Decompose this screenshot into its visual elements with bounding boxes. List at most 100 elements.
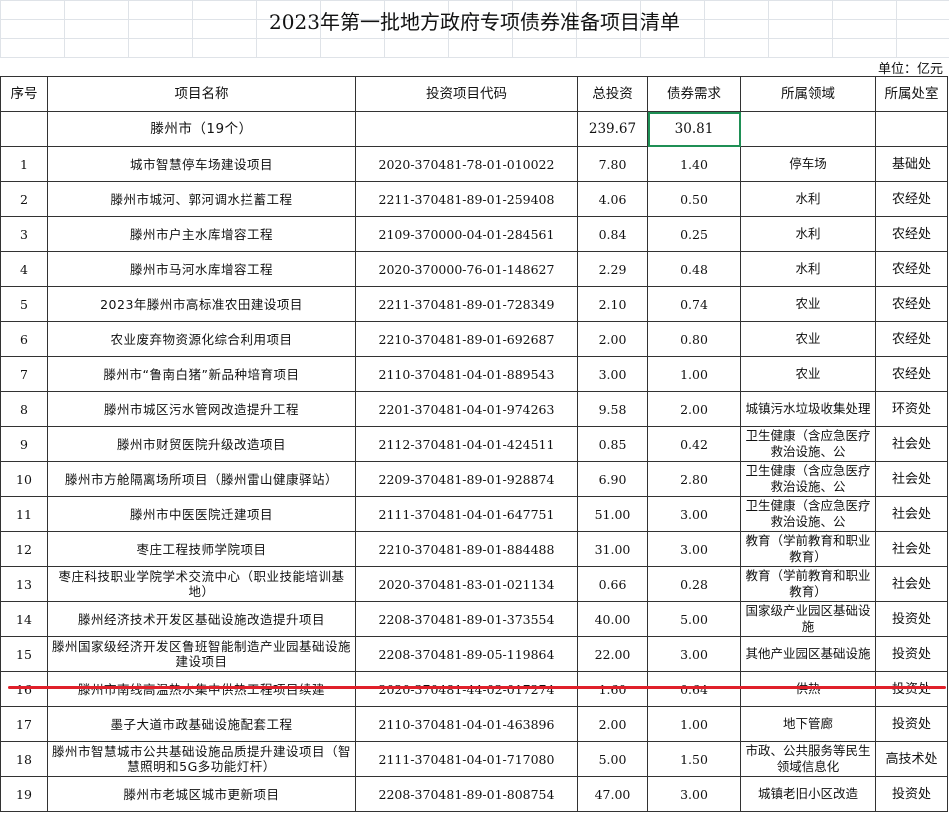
bond-demand-cell[interactable]: 0.28 [647,566,741,602]
investment-cell[interactable]: 22.00 [577,636,648,672]
office-cell[interactable]: 投资处 [875,671,948,707]
header-office[interactable]: 所属处室 [875,76,948,112]
project-name-cell[interactable]: 农业废弃物资源化综合利用项目 [47,321,356,357]
bond-demand-cell[interactable]: 3.00 [647,496,741,532]
field-cell[interactable]: 市政、公共服务等民生领域信息化 [740,741,876,777]
row-no-cell[interactable]: 1 [0,146,48,182]
row-no-cell[interactable]: 15 [0,636,48,672]
project-name-cell[interactable]: 滕州市城区污水管网改造提升工程 [47,391,356,427]
bond-demand-cell[interactable]: 2.80 [647,461,741,497]
investment-cell[interactable]: 51.00 [577,496,648,532]
office-cell[interactable]: 社会处 [875,461,948,497]
row-no-cell[interactable]: 5 [0,286,48,322]
office-cell[interactable]: 环资处 [875,391,948,427]
investment-cell[interactable]: 2.29 [577,251,648,287]
field-cell[interactable]: 国家级产业园区基础设施 [740,601,876,637]
bond-demand-cell[interactable]: 0.80 [647,321,741,357]
project-code-cell[interactable]: 2112-370481-04-01-424511 [355,426,578,462]
project-code-cell[interactable]: 2110-370481-04-01-889543 [355,356,578,392]
bond-demand-cell[interactable]: 3.00 [647,776,741,812]
office-cell[interactable]: 农经处 [875,251,948,287]
project-name-cell[interactable]: 滕州市“鲁南白猪”新品种培育项目 [47,356,356,392]
investment-cell[interactable]: 5.00 [577,741,648,777]
bond-demand-cell[interactable]: 0.42 [647,426,741,462]
office-cell[interactable]: 社会处 [875,426,948,462]
investment-cell[interactable]: 2.00 [577,321,648,357]
investment-cell[interactable]: 3.00 [577,356,648,392]
project-name-cell[interactable]: 枣庄科技职业学院学术交流中心（职业技能培训基地） [47,566,356,602]
office-cell[interactable]: 社会处 [875,566,948,602]
row-no-cell[interactable]: 9 [0,426,48,462]
row-no-cell[interactable]: 16 [0,671,48,707]
project-code-cell[interactable]: 2201-370481-04-01-974263 [355,391,578,427]
project-code-cell[interactable]: 2208-370481-89-01-373554 [355,601,578,637]
office-cell[interactable]: 农经处 [875,216,948,252]
total-no-cell[interactable] [0,111,48,147]
field-cell[interactable]: 农业 [740,321,876,357]
field-cell[interactable]: 卫生健康（含应急医疗救治设施、公 [740,426,876,462]
project-code-cell[interactable]: 2020-370481-78-01-010022 [355,146,578,182]
project-name-cell[interactable]: 滕州市南线高温热水集中供热工程项目续建 [47,671,356,707]
bond-demand-cell[interactable]: 0.48 [647,251,741,287]
row-no-cell[interactable]: 12 [0,531,48,567]
field-cell[interactable]: 农业 [740,356,876,392]
total-office-cell[interactable] [875,111,948,147]
office-cell[interactable]: 投资处 [875,601,948,637]
bond-demand-cell[interactable]: 1.00 [647,356,741,392]
field-cell[interactable]: 教育（学前教育和职业教育） [740,566,876,602]
total-bond-cell-selected[interactable]: 30.81 [647,111,741,147]
header-no[interactable]: 序号 [0,76,48,112]
project-name-cell[interactable]: 滕州市城河、郭河调水拦蓄工程 [47,181,356,217]
field-cell[interactable]: 城镇老旧小区改造 [740,776,876,812]
bond-demand-cell[interactable]: 5.00 [647,601,741,637]
project-code-cell[interactable]: 2110-370481-04-01-463896 [355,706,578,742]
row-no-cell[interactable]: 4 [0,251,48,287]
investment-cell[interactable]: 6.90 [577,461,648,497]
project-name-cell[interactable]: 滕州市方舱隔离场所项目（滕州雷山健康驿站） [47,461,356,497]
bond-demand-cell[interactable]: 0.74 [647,286,741,322]
bond-demand-cell[interactable]: 3.00 [647,531,741,567]
project-code-cell[interactable]: 2209-370481-89-01-928874 [355,461,578,497]
project-code-cell[interactable]: 2211-370481-89-01-259408 [355,181,578,217]
header-code[interactable]: 投资项目代码 [355,76,578,112]
field-cell[interactable]: 水利 [740,251,876,287]
project-code-cell[interactable]: 2111-370481-04-01-647751 [355,496,578,532]
office-cell[interactable]: 投资处 [875,776,948,812]
project-name-cell[interactable]: 城市智慧停车场建设项目 [47,146,356,182]
investment-cell[interactable]: 9.58 [577,391,648,427]
project-code-cell[interactable]: 2210-370481-89-01-884488 [355,531,578,567]
field-cell[interactable]: 停车场 [740,146,876,182]
field-cell[interactable]: 教育（学前教育和职业教育） [740,531,876,567]
office-cell[interactable]: 农经处 [875,286,948,322]
project-name-cell[interactable]: 墨子大道市政基础设施配套工程 [47,706,356,742]
bond-demand-cell[interactable]: 1.40 [647,146,741,182]
investment-cell[interactable]: 0.85 [577,426,648,462]
field-cell[interactable]: 水利 [740,181,876,217]
project-name-cell[interactable]: 滕州市中医医院迁建项目 [47,496,356,532]
total-investment-cell[interactable]: 239.67 [577,111,648,147]
field-cell[interactable]: 供热 [740,671,876,707]
row-no-cell[interactable]: 11 [0,496,48,532]
row-no-cell[interactable]: 7 [0,356,48,392]
row-no-cell[interactable]: 14 [0,601,48,637]
total-name-cell[interactable]: 滕州市（19个） [47,111,356,147]
row-no-cell[interactable]: 3 [0,216,48,252]
investment-cell[interactable]: 4.06 [577,181,648,217]
office-cell[interactable]: 基础处 [875,146,948,182]
bond-demand-cell[interactable]: 0.64 [647,671,741,707]
investment-cell[interactable]: 40.00 [577,601,648,637]
investment-cell[interactable]: 1.60 [577,671,648,707]
investment-cell[interactable]: 47.00 [577,776,648,812]
project-code-cell[interactable]: 2208-370481-89-05-119864 [355,636,578,672]
row-no-cell[interactable]: 17 [0,706,48,742]
header-bond[interactable]: 债券需求 [647,76,741,112]
investment-cell[interactable]: 2.00 [577,706,648,742]
office-cell[interactable]: 农经处 [875,356,948,392]
row-no-cell[interactable]: 13 [0,566,48,602]
field-cell[interactable]: 卫生健康（含应急医疗救治设施、公 [740,496,876,532]
project-code-cell[interactable]: 2020-370481-83-01-021134 [355,566,578,602]
bond-demand-cell[interactable]: 0.25 [647,216,741,252]
office-cell[interactable]: 农经处 [875,181,948,217]
header-name[interactable]: 项目名称 [47,76,356,112]
total-code-cell[interactable] [355,111,578,147]
